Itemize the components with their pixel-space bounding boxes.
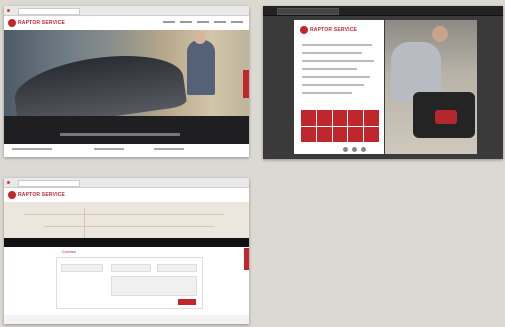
viewer-chrome: [263, 6, 503, 16]
map-footer-band: [4, 238, 249, 247]
phone-field[interactable]: [157, 264, 197, 272]
mechanic-head: [432, 26, 448, 42]
logo-mark-icon: [8, 191, 16, 199]
nav-item[interactable]: [180, 21, 192, 23]
message-field[interactable]: [111, 276, 197, 296]
browser-chrome: [4, 6, 249, 16]
next-icon[interactable]: [361, 147, 366, 152]
prev-icon[interactable]: [343, 147, 348, 152]
name-field[interactable]: [61, 264, 103, 272]
address-bar[interactable]: [18, 180, 80, 187]
site-header: RAPTOR SERVICE: [4, 16, 249, 31]
site-footer: [4, 144, 249, 157]
brochure-viewer-screenshot[interactable]: RAPTOR SERVICE: [263, 6, 503, 159]
logo-text: RAPTOR SERVICE: [18, 20, 66, 26]
brand-logo: RAPTOR SERVICE: [300, 26, 357, 34]
nav-item[interactable]: [214, 21, 226, 23]
side-tab[interactable]: [244, 248, 249, 270]
contact-form: [56, 257, 203, 309]
person-image: [187, 40, 215, 95]
logo-text: RAPTOR SERVICE: [310, 27, 358, 33]
viewer-controls: [343, 147, 366, 152]
nav-item[interactable]: [197, 21, 209, 23]
hero-dark-band: [4, 116, 249, 144]
brochure-page-right-photo: [385, 20, 477, 154]
viewer-toolbar[interactable]: [277, 8, 339, 15]
brand-logo[interactable]: RAPTOR SERVICE: [8, 19, 65, 27]
person-head: [194, 32, 206, 44]
address-bar[interactable]: [18, 8, 80, 15]
logo-mark-icon: [300, 26, 308, 34]
site-footer: [4, 315, 249, 324]
hero-caption: [60, 133, 180, 136]
zoom-icon[interactable]: [352, 147, 357, 152]
site-header: RAPTOR SERVICE: [4, 188, 249, 203]
brochure-page-left: RAPTOR SERVICE: [294, 20, 384, 154]
submit-button[interactable]: [178, 299, 196, 305]
product-grid: [301, 110, 379, 142]
close-icon[interactable]: [7, 9, 10, 12]
logo-mark-icon: [8, 19, 16, 27]
browser-chrome: [4, 178, 249, 188]
main-nav: [163, 21, 243, 23]
email-field[interactable]: [111, 264, 151, 272]
close-icon[interactable]: [7, 181, 10, 184]
brand-logo[interactable]: RAPTOR SERVICE: [8, 191, 65, 199]
homepage-screenshot[interactable]: RAPTOR SERVICE: [4, 6, 249, 157]
logo-text: RAPTOR SERVICE: [18, 192, 66, 198]
contact-page-screenshot[interactable]: RAPTOR SERVICE Contact: [4, 178, 249, 324]
nav-item[interactable]: [163, 21, 175, 23]
hero-image: [4, 30, 249, 144]
contact-form-title: Contact: [62, 249, 76, 254]
side-tab[interactable]: [243, 70, 249, 98]
engine-part: [435, 110, 457, 124]
nav-item[interactable]: [231, 21, 243, 23]
